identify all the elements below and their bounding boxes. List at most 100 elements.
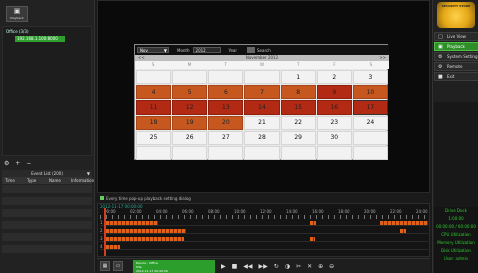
event-row[interactable] <box>2 245 92 253</box>
timeline-track[interactable]: 1 <box>100 220 428 226</box>
tree-root[interactable]: Office (3/3) <box>6 29 29 34</box>
record-segment[interactable] <box>310 237 315 241</box>
timeline-tick-label: 10:00 <box>234 209 246 214</box>
calendar-day[interactable]: 3 <box>352 70 388 85</box>
calendar-day[interactable]: 2 <box>316 70 352 85</box>
popup-setting-checkbox[interactable]: Every time pop-up playback setting dialo… <box>97 194 430 202</box>
calendar-empty-cell <box>172 70 208 85</box>
chevron-down-icon[interactable]: ▼ <box>87 170 90 177</box>
event-row[interactable] <box>2 233 92 241</box>
calendar-day[interactable]: 10 <box>352 85 388 100</box>
calendar-day[interactable]: 30 <box>316 130 352 145</box>
timeline-track[interactable]: 3 <box>100 236 428 242</box>
play-icon[interactable]: ▶ <box>221 263 226 270</box>
event-row[interactable] <box>2 185 92 193</box>
tree-device-item[interactable]: 192.168.1.100:8000 <box>15 36 65 42</box>
layout-button[interactable]: ▦ <box>100 261 110 271</box>
event-row[interactable] <box>2 221 92 229</box>
calendar-day[interactable]: 7 <box>244 85 280 100</box>
checkbox-icon[interactable] <box>100 196 104 200</box>
calendar-day[interactable]: 23 <box>316 115 352 130</box>
calendar-day[interactable]: 14 <box>244 100 280 115</box>
nav-item-remote-setting[interactable]: ⚙Remote Setting <box>434 62 478 77</box>
calendar-day[interactable]: 28 <box>244 130 280 145</box>
nav-item-live-view[interactable]: □ Live View <box>434 32 478 41</box>
calendar-day[interactable]: 22 <box>280 115 316 130</box>
calendar-day[interactable]: 13 <box>208 100 244 115</box>
record-segment[interactable] <box>106 245 120 249</box>
timeline-tick-label: 22:00 <box>390 209 402 214</box>
search-button[interactable]: Search <box>247 47 271 53</box>
col-type[interactable]: Type <box>24 177 46 184</box>
status-panel: Drive Dock 1:00:00 00:00:00 / 00:00:00 CPU … <box>434 207 478 273</box>
status-line: Memory Utilization <box>437 240 475 245</box>
calendar-day[interactable]: 4 <box>136 85 172 100</box>
calendar-day[interactable]: 1 <box>280 70 316 85</box>
zoom-in-icon[interactable]: ⊕ <box>318 263 323 270</box>
calendar-day[interactable]: 25 <box>136 130 172 145</box>
calendar-day[interactable]: 9 <box>316 85 352 100</box>
event-list-title[interactable]: Event List (200) ▼ <box>2 170 92 177</box>
weekday-header: SMTWTFS <box>135 61 389 69</box>
timeline-track[interactable]: 4 <box>100 244 428 250</box>
timeline[interactable]: 2012-11-17 00:00:00 00:00 02:00 04:00 06:00… <box>97 203 430 257</box>
playback-tab-label: Playback <box>10 16 24 20</box>
event-row[interactable] <box>2 197 92 205</box>
calendar-day[interactable]: 20 <box>208 115 244 130</box>
record-segment[interactable] <box>400 229 406 233</box>
record-segment[interactable] <box>310 221 316 225</box>
month-select[interactable]: Nov ▼ <box>137 47 169 53</box>
calendar-empty-cell <box>316 145 352 160</box>
col-time[interactable]: Time <box>2 177 24 184</box>
nav-item-exit[interactable]: ■ Exit <box>434 72 478 81</box>
month-year-input[interactable]: 2012 <box>192 47 221 53</box>
calendar-day[interactable]: 6 <box>208 85 244 100</box>
stop-icon[interactable]: ■ <box>232 263 238 270</box>
calendar-empty-cell <box>136 70 172 85</box>
month-title: November 2012 <box>245 55 279 60</box>
record-segment[interactable] <box>106 221 158 225</box>
timeline-track[interactable]: 2 <box>100 228 428 234</box>
calendar-day[interactable]: 5 <box>172 85 208 100</box>
record-segment[interactable] <box>380 221 428 225</box>
playback-tab-icon: ▣ <box>13 7 21 15</box>
nav-item-playback[interactable]: ▣ Playback <box>434 42 478 51</box>
timeline-cursor[interactable] <box>104 208 106 256</box>
col-name[interactable]: Name <box>46 177 68 184</box>
clip-icon[interactable]: ✂ <box>296 263 301 270</box>
volume-icon[interactable]: ◑ <box>285 263 290 270</box>
calendar-day[interactable]: 18 <box>136 115 172 130</box>
calendar-day[interactable]: 27 <box>208 130 244 145</box>
calendar-day[interactable]: 21 <box>244 115 280 130</box>
calendar-day[interactable]: 26 <box>172 130 208 145</box>
calendar-day[interactable]: 12 <box>172 100 208 115</box>
calendar-day[interactable]: 11 <box>136 100 172 115</box>
fullscreen-button[interactable]: ▭ <box>113 261 123 271</box>
playback-calendar: Nov ▼ Month 2012 Year Search << November… <box>134 44 389 160</box>
monitor-icon: □ <box>438 34 443 40</box>
close-icon[interactable]: ✕ <box>307 263 312 270</box>
record-segment[interactable] <box>106 237 184 241</box>
calendar-day[interactable]: 15 <box>280 100 316 115</box>
calendar-day[interactable]: 8 <box>280 85 316 100</box>
rewind-icon[interactable]: ◀◀ <box>243 263 252 270</box>
playback-tab[interactable]: ▣ Playback <box>6 6 28 22</box>
col-information[interactable]: Information <box>68 177 94 184</box>
calendar-day[interactable]: 17 <box>352 100 388 115</box>
event-row[interactable] <box>2 209 92 217</box>
repeat-icon[interactable]: ↻ <box>274 263 279 270</box>
fast-forward-icon[interactable]: ▶▶ <box>259 263 268 270</box>
calendar-day[interactable]: 24 <box>352 115 388 130</box>
device-tree[interactable]: Office (3/3) 192.168.1.100:8000 <box>2 26 92 156</box>
event-tools[interactable]: ⚙ + − <box>4 160 33 167</box>
record-segment[interactable] <box>106 229 186 233</box>
event-list <box>2 185 92 257</box>
calendar-day[interactable]: 29 <box>280 130 316 145</box>
zoom-out-icon[interactable]: ⊖ <box>329 263 334 270</box>
calendar-day[interactable]: 16 <box>316 100 352 115</box>
status-line: User: admin <box>443 256 469 261</box>
calendar-day[interactable]: 19 <box>172 115 208 130</box>
timeline-ruler[interactable] <box>100 215 428 219</box>
track-number: 4 <box>100 244 103 249</box>
nav-item-system-setting[interactable]: ⚙ System Setting <box>434 52 478 61</box>
